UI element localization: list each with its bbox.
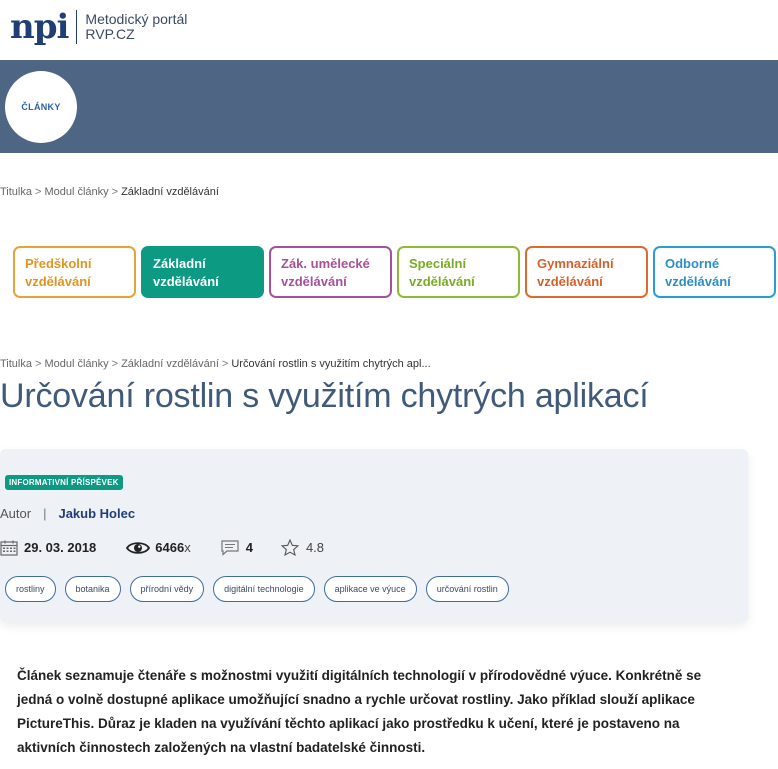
category-label-line1: Základní xyxy=(153,256,206,271)
category-label-line1: Odborné xyxy=(665,256,720,271)
category-predskolni[interactable]: Předškolní vzdělávání xyxy=(13,246,136,298)
article-breadcrumb: Titulka > Modul články > Základní vzdělávání… xyxy=(0,358,431,370)
rating[interactable]: 4.8 xyxy=(280,539,325,556)
article-abstract: Článek seznamuje čtenáře s možnostmi vyu… xyxy=(17,668,702,755)
breadcrumb-link-modul[interactable]: Modul články xyxy=(44,358,108,370)
author-name-link[interactable]: Jakub Holec xyxy=(58,506,135,521)
tag-aplikace-ve-vyuce[interactable]: aplikace ve výuce xyxy=(323,576,417,602)
category-specialni[interactable]: Speciální vzdělávání xyxy=(397,246,520,298)
logo-mark: npi xyxy=(10,7,69,47)
breadcrumb-link-modul[interactable]: Modul články xyxy=(44,186,108,198)
breadcrumb-link-home[interactable]: Titulka xyxy=(0,358,32,370)
section-badge[interactable]: ČLÁNKY xyxy=(5,71,77,143)
tag-digitalni-technologie[interactable]: digitální technologie xyxy=(213,576,315,602)
tag-urcovani-rostlin[interactable]: určování rostlin xyxy=(425,576,509,602)
category-odborne[interactable]: Odborné vzdělávání xyxy=(653,246,776,298)
category-label-line1: Zák. umělecké xyxy=(281,256,370,271)
site-logo[interactable]: npi Metodický portál RVP.CZ xyxy=(10,10,187,44)
category-label-line2: vzdělávání xyxy=(25,274,91,289)
logo-line-1: Metodický portál xyxy=(85,11,188,27)
eye-icon xyxy=(126,541,151,554)
author-separator: | xyxy=(43,506,47,521)
comment-icon xyxy=(221,539,239,556)
category-zak-umelecke[interactable]: Zák. umělecké vzdělávání xyxy=(269,246,392,298)
rating-value: 4.8 xyxy=(305,540,325,555)
breadcrumb-current: Základní vzdělávání xyxy=(121,186,219,198)
comment-count[interactable]: 4 xyxy=(221,539,253,556)
category-label-line2: vzdělávání xyxy=(665,274,731,289)
author-line: Autor | Jakub Holec xyxy=(0,506,135,521)
category-label-line1: Předškolní xyxy=(25,256,92,271)
category-label-line2: vzdělávání xyxy=(537,274,603,289)
publish-date: 29. 03. 2018 xyxy=(0,540,96,556)
category-label-line1: Gymnaziální xyxy=(537,256,614,271)
calendar-icon xyxy=(0,540,18,556)
author-label: Autor xyxy=(0,506,32,521)
article-info-box: INFORMATIVNÍ PŘÍSPĚVEK Autor | Jakub Holec… xyxy=(0,449,748,622)
section-badge-label: ČLÁNKY xyxy=(21,102,61,112)
category-label-line1: Speciální xyxy=(409,256,467,271)
comment-count-value: 4 xyxy=(245,540,253,555)
view-count: 6466 x xyxy=(126,540,191,556)
category-label-line2: vzdělávání xyxy=(409,274,475,289)
logo-line-2: RVP.CZ xyxy=(85,26,135,42)
article-meta: 29. 03. 2018 6466 x 4 4.8 xyxy=(0,539,324,556)
tag-botanika[interactable]: botanika xyxy=(64,576,121,602)
article-title: Určování rostlin s využitím chytrých apl… xyxy=(0,377,649,415)
category-label-line2: vzdělávání xyxy=(281,274,347,289)
site-header: npi Metodický portál RVP.CZ xyxy=(0,0,778,60)
view-count-suffix: x xyxy=(184,540,191,555)
breadcrumb-current: Určování rostlin s využitím chytrých apl… xyxy=(231,358,431,370)
category-label-line2: vzdělávání xyxy=(153,274,219,289)
category-zakladni[interactable]: Základní vzdělávání xyxy=(141,246,264,298)
tag-prirodni-vedy[interactable]: přírodní vědy xyxy=(129,576,205,602)
education-category-tabs: Předškolní vzdělávání Základní vzdělávání … xyxy=(13,246,778,298)
breadcrumb: Titulka > Modul články > Základní vzdělávání xyxy=(0,186,219,198)
tag-rostliny[interactable]: rostliny xyxy=(5,576,56,602)
breadcrumb-link-home[interactable]: Titulka xyxy=(0,186,32,198)
logo-text: Metodický portál RVP.CZ xyxy=(85,12,187,42)
section-banner: ČLÁNKY xyxy=(0,60,778,153)
logo-divider xyxy=(76,10,78,44)
category-gymnazialni[interactable]: Gymnaziální vzdělávání xyxy=(525,246,648,298)
view-count-value: 6466 xyxy=(155,540,185,555)
article-type-badge: INFORMATIVNÍ PŘÍSPĚVEK xyxy=(5,475,123,490)
publish-date-value: 29. 03. 2018 xyxy=(24,540,97,555)
star-icon xyxy=(280,539,299,556)
article-tags: rostliny botanika přírodní vědy digitáln… xyxy=(5,576,518,602)
breadcrumb-link-zakladni[interactable]: Základní vzdělávání xyxy=(121,358,219,370)
